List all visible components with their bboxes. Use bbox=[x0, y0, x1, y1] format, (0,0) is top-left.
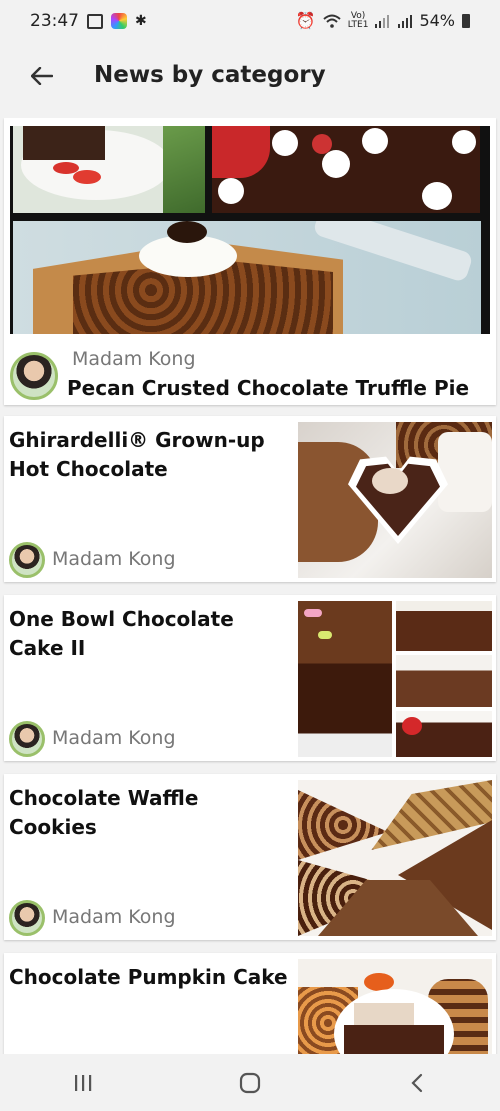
signal-r-icon bbox=[398, 14, 413, 28]
article-thumbnail bbox=[298, 780, 492, 936]
author-avatar bbox=[9, 542, 45, 578]
author-name: Madam Kong bbox=[52, 548, 176, 570]
back-button[interactable] bbox=[22, 56, 62, 96]
collage-tile-ganache bbox=[212, 126, 480, 213]
wifi-icon bbox=[323, 14, 341, 28]
article-title: Ghirardelli® Grown-up Hot Chocolate bbox=[9, 428, 265, 481]
signal-icon bbox=[375, 14, 390, 28]
collage-tile-pecan-pie bbox=[13, 221, 481, 334]
featured-article-collage bbox=[10, 126, 490, 334]
status-left: 23:47 ✱ bbox=[30, 11, 151, 31]
volte-icon: Vo) LTE1 bbox=[347, 10, 369, 30]
system-nav-bar bbox=[0, 1054, 500, 1111]
recents-icon bbox=[75, 1074, 92, 1091]
system-back-button[interactable] bbox=[387, 1063, 447, 1103]
article-card[interactable]: One Bowl Chocolate Cake II Madam Kong bbox=[4, 595, 496, 761]
page-title: News by category bbox=[94, 62, 326, 88]
author-name: Madam Kong bbox=[52, 727, 176, 749]
arrow-left-icon bbox=[31, 67, 53, 85]
featured-article-meta: Madam Kong Pecan Crusted Chocolate Truff… bbox=[10, 348, 490, 400]
article-title: One Bowl Chocolate Cake II bbox=[9, 607, 234, 660]
status-bar: 23:47 ✱ ⏰ Vo) LTE1 54% bbox=[0, 0, 500, 42]
featured-article-card[interactable]: Madam Kong Pecan Crusted Chocolate Truff… bbox=[4, 118, 496, 405]
article-title: Pecan Crusted Chocolate Truffle Pie bbox=[67, 376, 470, 400]
collage-tile-cheesecake bbox=[13, 126, 205, 213]
battery-icon bbox=[462, 13, 470, 28]
article-card[interactable]: Ghirardelli® Grown-up Hot Chocolate Mada… bbox=[4, 416, 496, 582]
article-thumbnail bbox=[298, 601, 492, 757]
article-author-row: Madam Kong bbox=[9, 542, 289, 578]
app-bar: News by category bbox=[0, 42, 500, 110]
author-avatar bbox=[10, 352, 58, 400]
author-avatar bbox=[9, 721, 45, 757]
home-button[interactable] bbox=[220, 1063, 280, 1103]
news-feed[interactable]: Madam Kong Pecan Crusted Chocolate Truff… bbox=[0, 118, 500, 1054]
alarm-icon: ⏰ bbox=[295, 11, 316, 30]
back-icon bbox=[411, 1073, 422, 1092]
article-card[interactable]: Chocolate Pumpkin Cake bbox=[4, 953, 496, 1054]
author-avatar bbox=[9, 900, 45, 936]
recents-button[interactable] bbox=[53, 1063, 113, 1103]
status-right: ⏰ Vo) LTE1 54% bbox=[296, 11, 470, 30]
article-thumbnail bbox=[298, 959, 492, 1054]
author-name: Madam Kong bbox=[72, 348, 196, 370]
article-author-row: Madam Kong bbox=[9, 900, 289, 936]
article-title: Chocolate Waffle Cookies bbox=[9, 786, 199, 839]
article-thumbnail bbox=[298, 422, 492, 578]
gallery-icon bbox=[87, 13, 103, 29]
instagram-icon bbox=[111, 13, 127, 29]
clock: 23:47 bbox=[30, 11, 79, 31]
article-title: Chocolate Pumpkin Cake bbox=[9, 965, 288, 989]
author-name: Madam Kong bbox=[52, 906, 176, 928]
article-card[interactable]: Chocolate Waffle Cookies Madam Kong bbox=[4, 774, 496, 940]
article-author-row: Madam Kong bbox=[9, 721, 289, 757]
bug-icon: ✱ bbox=[135, 13, 147, 29]
battery-text: 54% bbox=[419, 11, 455, 30]
home-icon bbox=[239, 1072, 261, 1093]
